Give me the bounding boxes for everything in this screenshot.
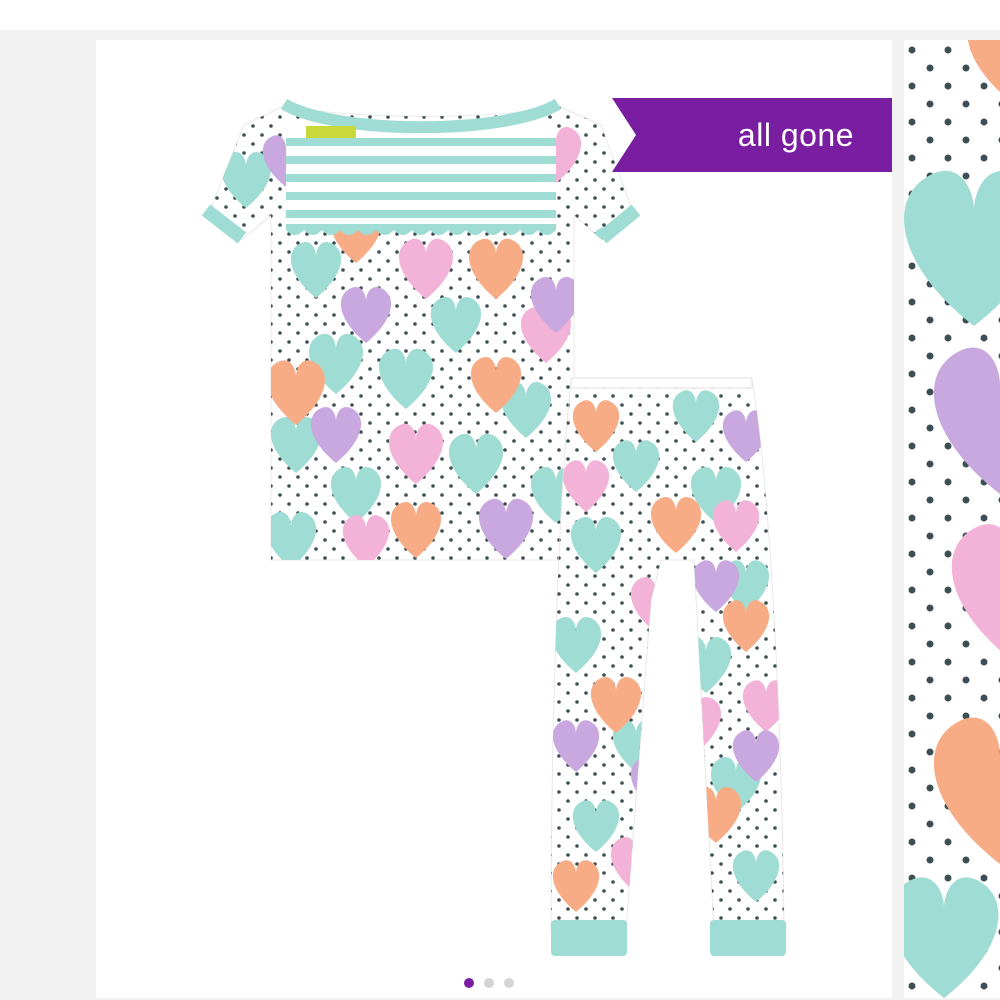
carousel-dot-2[interactable]: [484, 978, 494, 988]
carousel-pagination: [464, 976, 514, 990]
product-slide-next-preview[interactable]: [904, 40, 1000, 998]
sold-out-badge-label: all gone: [737, 116, 854, 153]
pajama-pants: [550, 377, 786, 956]
product-slide-main[interactable]: all gone: [96, 40, 892, 998]
product-image-carousel[interactable]: all gone: [0, 30, 1000, 1000]
carousel-dot-1[interactable]: [464, 978, 474, 988]
fabric-closeup-image: [904, 40, 1000, 998]
carousel-dot-3[interactable]: [504, 978, 514, 988]
sold-out-badge: all gone: [612, 98, 892, 172]
top-bar: [0, 0, 1000, 30]
pajama-set-image: [201, 98, 786, 956]
